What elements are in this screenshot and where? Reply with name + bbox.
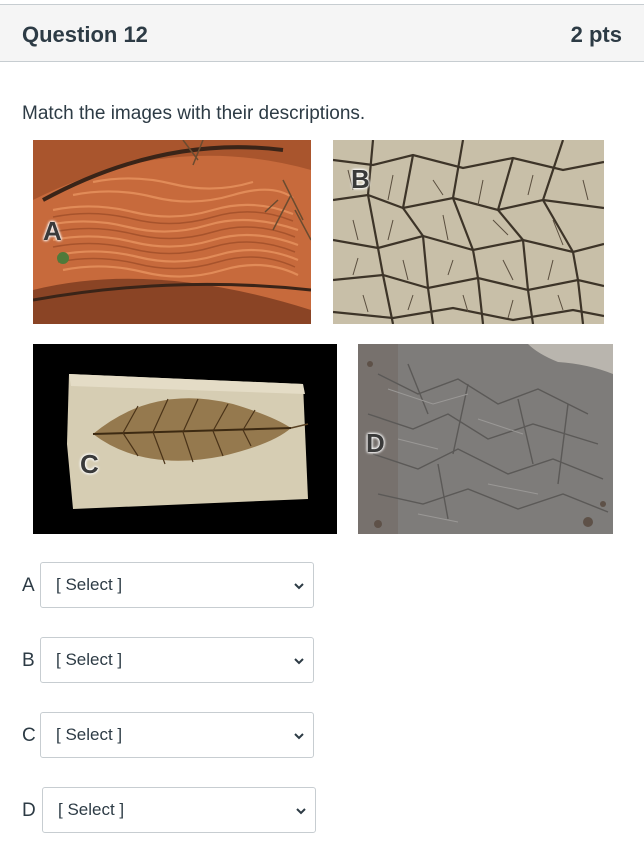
chevron-down-icon <box>296 808 306 815</box>
question-title: Question 12 <box>22 22 148 47</box>
image-c-fossil-leaf: C <box>33 344 337 534</box>
image-a-rippled-sand: A <box>33 140 311 324</box>
match-select-a[interactable]: [ Select ] <box>40 562 314 608</box>
select-value-d: [ Select ] <box>58 800 125 819</box>
question-prompt: Match the images with their descriptions… <box>22 103 366 124</box>
match-label-b: B <box>22 650 35 671</box>
chevron-down-icon <box>294 658 304 665</box>
question-header: Question 12 2 pts <box>0 4 644 62</box>
image-d-letter: D <box>366 428 385 458</box>
chevron-down-icon <box>294 733 304 740</box>
image-c-letter: C <box>80 449 99 479</box>
select-value-c: [ Select ] <box>56 725 123 744</box>
match-label-c: C <box>22 725 36 746</box>
match-row-c: C [ Select ] <box>0 712 340 760</box>
image-a-letter: A <box>43 216 62 246</box>
select-value-b: [ Select ] <box>56 650 123 669</box>
match-row-b: B [ Select ] <box>0 637 340 685</box>
match-label-d: D <box>22 800 36 821</box>
match-select-d[interactable]: [ Select ] <box>42 787 316 833</box>
match-select-c[interactable]: [ Select ] <box>40 712 314 758</box>
image-b-letter: B <box>351 164 370 194</box>
image-d-wrinkled-rock: D <box>358 344 613 534</box>
image-b-cracked-mud: B <box>333 140 604 324</box>
question-points: 2 pts <box>570 22 622 47</box>
match-row-a: A [ Select ] <box>0 562 340 610</box>
select-value-a: [ Select ] <box>56 575 123 594</box>
chevron-down-icon <box>294 583 304 590</box>
match-select-b[interactable]: [ Select ] <box>40 637 314 683</box>
match-row-d: D [ Select ] <box>0 787 340 835</box>
match-label-a: A <box>22 575 35 596</box>
